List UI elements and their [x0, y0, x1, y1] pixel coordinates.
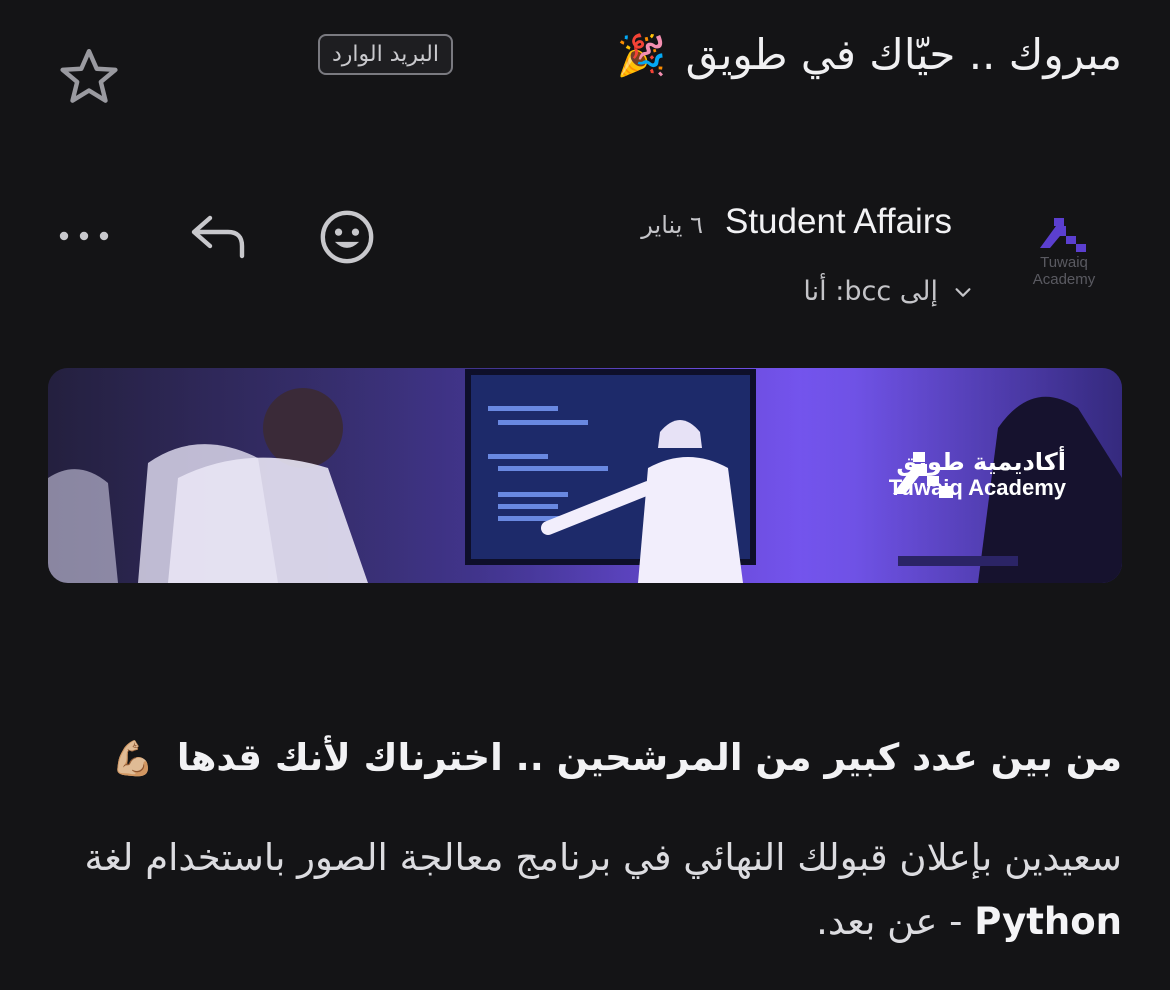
body-text-part1: سعيدين بإعلان قبولك النهائي في برنامج مع…	[84, 836, 1122, 879]
chevron-down-icon	[955, 287, 971, 297]
subject-text: مبروك .. حيّاك في طويق	[685, 30, 1122, 79]
tuwaiq-banner-image: أكاديمية طويق Tuwaiq Academy	[48, 368, 1122, 583]
inbox-label-chip[interactable]: البريد الوارد	[318, 34, 453, 75]
message-body: سعيدين بإعلان قبولك النهائي في برنامج مع…	[52, 826, 1122, 954]
email-subject: مبروك .. حيّاك في طويق 🎉	[617, 30, 1123, 79]
body-text-bold: Python	[974, 900, 1122, 943]
recipients-toggle[interactable]: إلى bcc: أنا	[803, 276, 974, 307]
email-date: ٦ يناير	[641, 211, 703, 239]
recipients-text: إلى bcc: أنا	[803, 276, 938, 307]
star-icon[interactable]	[56, 44, 122, 110]
headline-text: من بين عدد كبير من المرشحين .. اخترناك ل…	[176, 736, 1122, 779]
avatar-text-line2: Academy	[1032, 271, 1096, 288]
party-popper-emoji: 🎉	[616, 33, 667, 79]
sender-name[interactable]: Student Affairs	[725, 202, 952, 242]
body-text-part2: - عن بعد.	[816, 900, 963, 943]
avatar-text-line1: Tuwaiq	[1040, 254, 1088, 271]
message-headline: من بين عدد كبير من المرشحين .. اخترناك ل…	[112, 736, 1122, 779]
sender-line: Student Affairs ٦ يناير	[641, 202, 952, 242]
sender-avatar[interactable]: Tuwaiq Academy	[1014, 210, 1114, 310]
flexed-biceps-emoji: 💪🏼	[111, 739, 154, 779]
tuwaiq-logo-icon	[1040, 218, 1086, 252]
email-view: مبروك .. حيّاك في طويق 🎉 البريد الوارد T…	[0, 0, 1170, 990]
reply-icon[interactable]	[186, 210, 248, 264]
banner-brand: أكاديمية طويق Tuwaiq Academy	[889, 448, 1066, 500]
more-horizontal-icon[interactable]	[56, 224, 112, 248]
smiley-icon[interactable]	[318, 208, 376, 266]
tuwaiq-logo-icon	[892, 452, 953, 498]
